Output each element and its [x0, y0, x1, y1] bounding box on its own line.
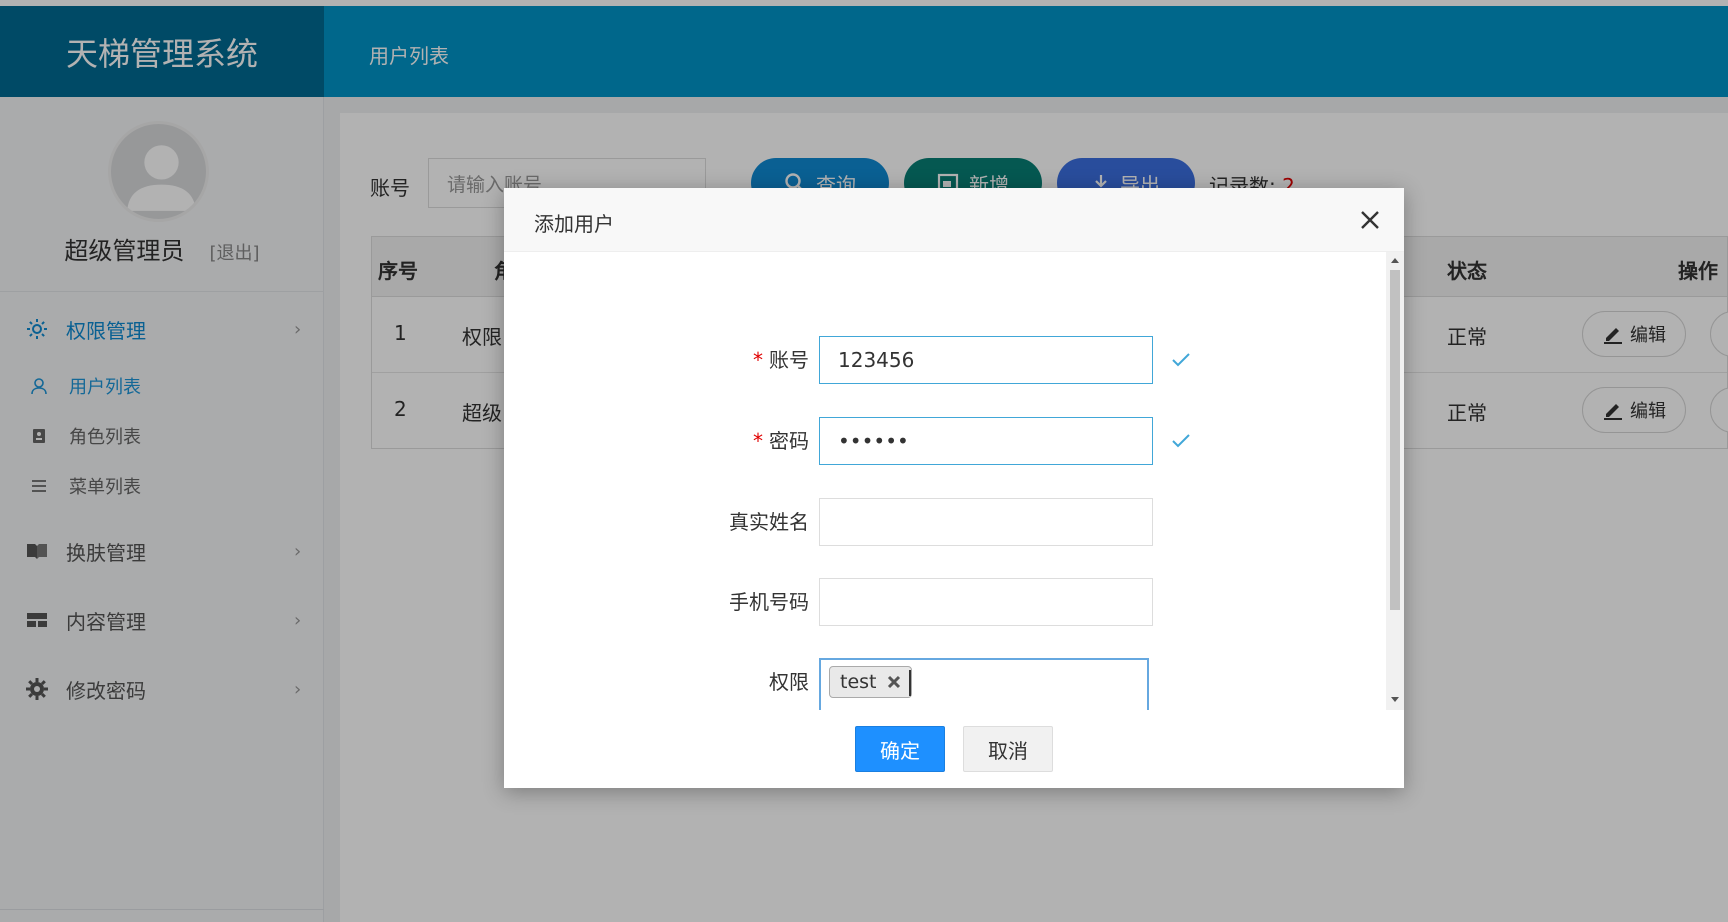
check-icon [1172, 353, 1190, 367]
dialog-footer: 确定 取消 [504, 710, 1404, 788]
check-icon [1172, 434, 1190, 448]
dialog-header: 添加用户 [504, 188, 1404, 252]
dialog-title: 添加用户 [534, 212, 614, 236]
account-row: * 账号 123456 [504, 336, 1384, 384]
account-field-label: * 账号 [753, 348, 809, 372]
phone-field[interactable] [819, 578, 1153, 626]
permission-field-label: 权限 [769, 670, 809, 694]
account-field[interactable]: 123456 [819, 336, 1153, 384]
real-name-field[interactable] [819, 498, 1153, 546]
add-user-dialog: 添加用户 * 账号 123456 * 密码 •••••• 真实姓名 手机号码 权限 [504, 188, 1404, 788]
scrollbar-thumb[interactable] [1390, 270, 1400, 610]
tag-remove-icon[interactable] [885, 673, 903, 691]
phone-row: 手机号码 [504, 578, 1384, 626]
permission-row: 权限 test [504, 658, 1384, 710]
password-row: * 密码 •••••• [504, 417, 1384, 465]
password-field-label: * 密码 [753, 429, 809, 453]
phone-field-label: 手机号码 [729, 590, 809, 614]
close-button[interactable] [1354, 204, 1386, 236]
permission-multiselect[interactable]: test [819, 658, 1149, 710]
password-field[interactable]: •••••• [819, 417, 1153, 465]
scroll-down-icon[interactable] [1390, 696, 1400, 704]
real-name-row: 真实姓名 [504, 498, 1384, 546]
cancel-button[interactable]: 取消 [963, 726, 1053, 772]
text-caret [909, 670, 911, 696]
close-icon [1361, 211, 1379, 229]
scroll-up-icon[interactable] [1390, 256, 1400, 264]
permission-tag-label: test [840, 671, 877, 693]
real-name-field-label: 真实姓名 [729, 510, 809, 534]
permission-tag: test [829, 666, 912, 698]
confirm-button[interactable]: 确定 [855, 726, 945, 772]
dialog-body: * 账号 123456 * 密码 •••••• 真实姓名 手机号码 权限 test [504, 252, 1404, 710]
